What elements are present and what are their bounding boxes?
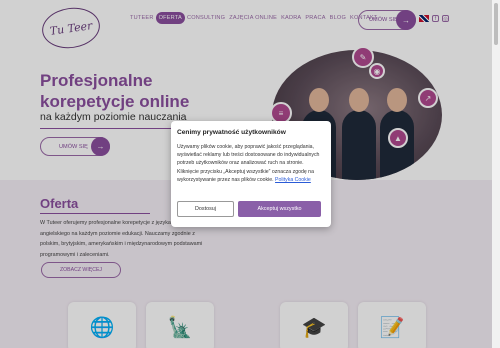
page: Tu Teer TUTEER OFERTA CONSULTING ZAJĘCIA… (0, 0, 500, 348)
cookie-modal-title: Cenimy prywatność użytkowników (177, 129, 286, 136)
scrollbar-thumb[interactable] (494, 3, 498, 45)
customize-button[interactable]: Dostosuj (177, 201, 234, 217)
page-scrollbar[interactable] (492, 0, 500, 348)
accept-all-button[interactable]: Akceptuj wszystko (238, 201, 321, 217)
cookie-buttons: Dostosuj Akceptuj wszystko (177, 201, 321, 217)
cookie-policy-link[interactable]: Polityka Cookie (275, 177, 311, 183)
cookie-modal-body: Używamy plików cookie, aby poprawić jako… (177, 143, 325, 184)
cookie-modal: Cenimy prywatność użytkowników Używamy p… (171, 121, 331, 227)
